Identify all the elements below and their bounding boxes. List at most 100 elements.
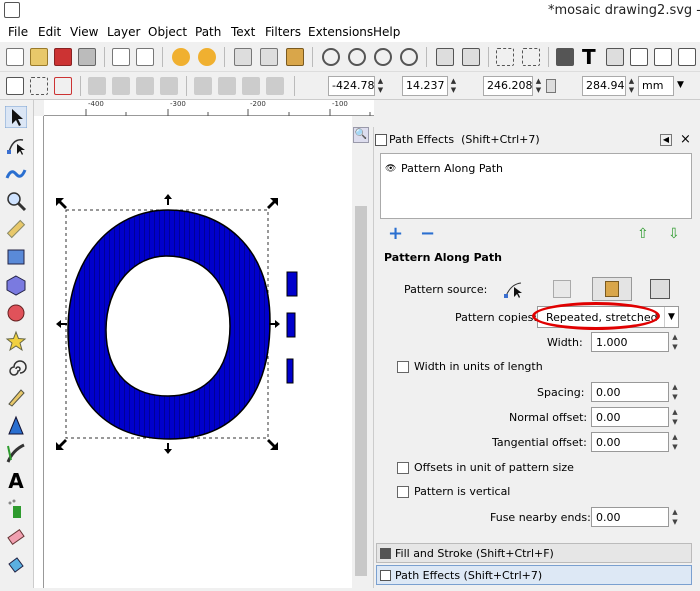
preferences-icon[interactable] bbox=[678, 48, 696, 66]
eraser-tool-icon[interactable] bbox=[5, 526, 27, 548]
link-to-path-icon[interactable] bbox=[650, 279, 670, 299]
cut-icon[interactable] bbox=[260, 48, 278, 66]
panel-collapse-icon[interactable]: ◀ bbox=[660, 134, 672, 146]
open-folder-icon[interactable] bbox=[30, 48, 48, 66]
raise-to-top-icon[interactable] bbox=[194, 77, 212, 95]
import-icon[interactable] bbox=[112, 48, 130, 66]
text-font-icon[interactable]: T bbox=[582, 45, 596, 69]
calligraphy-tool-icon[interactable] bbox=[5, 442, 27, 464]
flip-horizontal-icon[interactable] bbox=[136, 77, 154, 95]
lock-icon[interactable] bbox=[546, 79, 556, 93]
pen-tool-icon[interactable] bbox=[5, 414, 27, 436]
paste-path-button[interactable] bbox=[592, 277, 632, 301]
x-spinner[interactable]: ▲ ▼ bbox=[376, 77, 385, 95]
raise-icon[interactable] bbox=[218, 77, 236, 95]
fuse-ends-input[interactable]: 0.00 bbox=[591, 507, 669, 527]
export-icon[interactable] bbox=[136, 48, 154, 66]
star-tool-icon[interactable] bbox=[5, 330, 27, 352]
scrollbar-thumb[interactable] bbox=[355, 206, 367, 576]
menu-layer[interactable]: Layer bbox=[107, 25, 140, 39]
dock-tab-path-effects[interactable]: Path Effects (Shift+Ctrl+7) bbox=[376, 565, 692, 585]
save-icon[interactable] bbox=[54, 48, 72, 66]
copy-icon[interactable] bbox=[234, 48, 252, 66]
rotate-cw-icon[interactable] bbox=[112, 77, 130, 95]
zoom-width-icon[interactable] bbox=[400, 48, 418, 66]
redo-icon[interactable] bbox=[198, 48, 216, 66]
fill-stroke-icon[interactable] bbox=[556, 48, 574, 66]
zoom-corner-icon[interactable]: 🔍 bbox=[353, 127, 369, 143]
spiral-tool-icon[interactable] bbox=[5, 358, 27, 380]
fuse-ends-spinner[interactable]: ▲ ▼ bbox=[670, 507, 680, 527]
menu-object[interactable]: Object bbox=[148, 25, 187, 39]
pattern-vertical-checkbox[interactable] bbox=[397, 486, 409, 498]
tangential-offset-input[interactable]: 0.00 bbox=[591, 432, 669, 452]
ungroup-icon[interactable] bbox=[522, 48, 540, 66]
flip-vertical-icon[interactable] bbox=[160, 77, 178, 95]
duplicate-icon[interactable] bbox=[436, 48, 454, 66]
spray-tool-icon[interactable] bbox=[5, 498, 27, 520]
rotate-ccw-icon[interactable] bbox=[88, 77, 106, 95]
select-all-icon[interactable] bbox=[6, 77, 24, 95]
panel-close-icon[interactable]: × bbox=[680, 132, 691, 147]
zoom-selection-icon[interactable] bbox=[322, 48, 340, 66]
ellipse-tool-icon[interactable] bbox=[5, 302, 27, 324]
move-up-icon[interactable]: ⇧ bbox=[637, 226, 649, 242]
spacing-input[interactable]: 0.00 bbox=[591, 382, 669, 402]
pencil-tool-icon[interactable] bbox=[5, 386, 27, 408]
h-spinner[interactable]: ▲ ▼ bbox=[627, 77, 636, 95]
pattern-piece[interactable] bbox=[286, 271, 298, 297]
node-tool-icon[interactable] bbox=[5, 134, 27, 156]
spacing-spinner[interactable]: ▲ ▼ bbox=[670, 382, 680, 402]
normal-offset-input[interactable]: 0.00 bbox=[591, 407, 669, 427]
width-spinner[interactable]: ▲ ▼ bbox=[670, 332, 680, 352]
y-input[interactable]: 14.237 bbox=[402, 76, 448, 96]
measure-tool-icon[interactable] bbox=[5, 218, 27, 240]
remove-effect-icon[interactable]: − bbox=[420, 223, 435, 244]
new-document-icon[interactable] bbox=[6, 48, 24, 66]
drawing-canvas[interactable] bbox=[44, 116, 352, 588]
lower-icon[interactable] bbox=[242, 77, 260, 95]
dock-tab-fill-stroke[interactable]: Fill and Stroke (Shift+Ctrl+F) bbox=[376, 543, 692, 563]
layers-icon[interactable] bbox=[606, 48, 624, 66]
bucket-tool-icon[interactable] bbox=[5, 554, 27, 576]
print-icon[interactable] bbox=[78, 48, 96, 66]
menu-filters[interactable]: Filters bbox=[265, 25, 301, 39]
menu-edit[interactable]: Edit bbox=[38, 25, 61, 39]
group-icon[interactable] bbox=[496, 48, 514, 66]
menu-path[interactable]: Path bbox=[195, 25, 221, 39]
visibility-eye-icon[interactable]: 👁 bbox=[385, 164, 396, 174]
paste-icon[interactable] bbox=[286, 48, 304, 66]
zoom-drawing-icon[interactable] bbox=[348, 48, 366, 66]
copy-path-icon[interactable] bbox=[553, 280, 571, 298]
y-spinner[interactable]: ▲ ▼ bbox=[449, 77, 458, 95]
edit-on-canvas-icon[interactable] bbox=[503, 278, 525, 300]
normal-offset-spinner[interactable]: ▲ ▼ bbox=[670, 407, 680, 427]
width-input[interactable]: 1.000 bbox=[591, 332, 669, 352]
selector-tool-icon[interactable] bbox=[5, 106, 27, 128]
width-units-checkbox[interactable] bbox=[397, 361, 409, 373]
offsets-unit-checkbox[interactable] bbox=[397, 462, 409, 474]
lower-to-bottom-icon[interactable] bbox=[266, 77, 284, 95]
menu-text[interactable]: Text bbox=[231, 25, 255, 39]
w-spinner[interactable]: ▲ ▼ bbox=[534, 77, 543, 95]
effects-list[interactable]: 👁 Pattern Along Path bbox=[380, 153, 692, 219]
menu-file[interactable]: File bbox=[8, 25, 28, 39]
zoom-page-icon[interactable] bbox=[374, 48, 392, 66]
deselect-icon[interactable] bbox=[54, 77, 72, 95]
unit-dropdown-icon[interactable]: ▼ bbox=[677, 80, 684, 90]
menu-view[interactable]: View bbox=[70, 25, 98, 39]
rectangle-tool-icon[interactable] bbox=[5, 246, 27, 268]
zoom-tool-icon[interactable] bbox=[5, 190, 27, 212]
xml-editor-icon[interactable] bbox=[630, 48, 648, 66]
text-tool-icon[interactable]: A bbox=[5, 470, 27, 492]
tangential-offset-spinner[interactable]: ▲ ▼ bbox=[670, 432, 680, 452]
3d-box-tool-icon[interactable] bbox=[5, 274, 27, 296]
align-icon[interactable] bbox=[654, 48, 672, 66]
tweak-tool-icon[interactable] bbox=[5, 162, 27, 184]
add-effect-icon[interactable]: + bbox=[388, 223, 403, 244]
h-input[interactable]: 284.945 bbox=[582, 76, 626, 96]
mosaic-ring-shape[interactable] bbox=[67, 209, 271, 440]
menu-extensions[interactable]: Extensions bbox=[308, 25, 373, 39]
select-all-layers-icon[interactable] bbox=[30, 77, 48, 95]
horizontal-ruler[interactable]: -400 -300 -200 -100 bbox=[44, 100, 374, 116]
